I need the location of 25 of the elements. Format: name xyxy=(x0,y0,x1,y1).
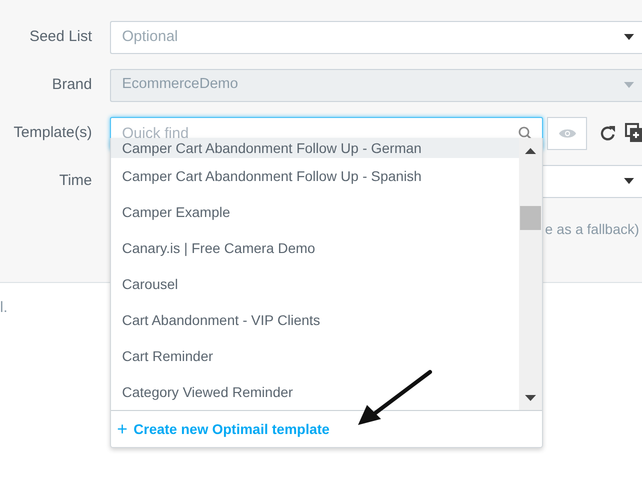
eye-icon xyxy=(558,128,576,138)
scrollbar[interactable] xyxy=(519,138,542,410)
hint-text: e as a fallback) xyxy=(545,220,640,239)
dropdown-item[interactable]: Camper Cart Abandonment Follow Up - Spanish xyxy=(111,158,519,194)
caret-icon xyxy=(624,34,634,40)
caret-icon xyxy=(624,82,634,88)
dropdown-item[interactable]: Camper Cart Abandonment Follow Up - German xyxy=(111,138,519,158)
dropdown-item[interactable]: Cart Reminder xyxy=(111,338,519,374)
dropdown-item[interactable]: Cart Abandonment - VIP Clients xyxy=(111,302,519,338)
caret-icon xyxy=(624,178,634,184)
field-label: Seed List xyxy=(28,26,92,47)
plus-icon: + xyxy=(117,416,128,442)
dropdown-item[interactable]: Canary.is | Free Camera Demo xyxy=(111,230,519,266)
field-label: Brand xyxy=(50,74,92,95)
dropdown-item[interactable]: Carousel xyxy=(111,266,519,302)
copy-add-icon[interactable] xyxy=(625,123,642,143)
field-label: Time xyxy=(58,170,92,191)
refresh-icon[interactable] xyxy=(600,124,616,142)
search-icon xyxy=(518,126,533,140)
scroll-down-icon[interactable] xyxy=(525,395,536,401)
field-label: Template(s) xyxy=(12,122,92,143)
dropdown-item[interactable]: Camper Example xyxy=(111,194,519,230)
dropdown-item[interactable]: Category Viewed Reminder xyxy=(111,374,519,410)
scroll-thumb[interactable] xyxy=(520,206,541,230)
body-text: l. xyxy=(0,299,8,316)
